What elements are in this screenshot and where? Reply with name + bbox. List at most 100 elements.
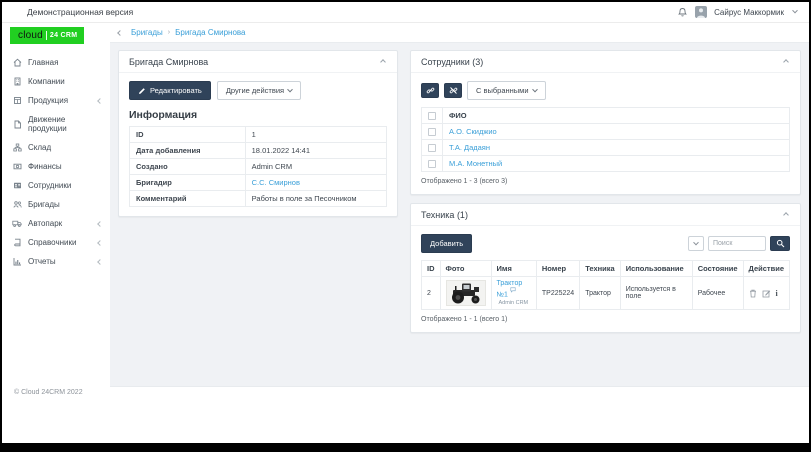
brigade-card: Бригада Смирнова Редактировать Другие [118,50,398,217]
link-icon [426,86,435,95]
equipment-table: ID Фото Имя Номер Техника Использование … [421,260,790,310]
breadcrumb-parent-link[interactable]: Бригады [131,28,163,37]
sidebar-collapse-chevron-icon[interactable] [114,28,126,37]
fio-column-header: ФИО [443,108,790,124]
select-all-checkbox[interactable] [428,112,436,120]
collapse-chevron-icon[interactable] [783,212,789,218]
user-menu-chevron-down-icon[interactable] [792,8,798,14]
sidebar-item-reports[interactable]: Отчеты [2,252,110,271]
chevron-down-icon [287,86,293,92]
unlink-icon [449,86,458,95]
logo-divider [46,31,47,40]
products-icon [12,96,22,105]
reports-icon [12,257,22,266]
row-checkbox[interactable] [428,160,436,168]
breadcrumb-separator: › [168,29,170,36]
search-icon [776,239,785,248]
tractor-photo[interactable] [446,280,486,306]
page-whitespace [110,387,809,443]
with-selected-button[interactable]: С выбранными [467,81,546,100]
row-checkbox[interactable] [428,144,436,152]
user-name[interactable]: Сайрус Маккормик [714,8,784,17]
notifications-bell-icon[interactable] [677,7,688,18]
app-logo[interactable]: cloud 24 CRM [10,27,84,44]
employees-table: ФИО А.О. Скиджио [421,107,790,172]
logo-text-cloud: cloud [18,30,43,41]
table-row: Создано Admin CRM [130,159,387,175]
sidebar-item-fleet[interactable]: Автопарк [2,214,110,233]
submenu-chevron-icon [97,259,103,265]
equipment-card: Техника (1) Добавить [410,203,801,333]
row-checkbox[interactable] [428,128,436,136]
delete-button[interactable] [749,289,757,298]
equipment-summary: Отображено 1 - 1 (всего 1) [421,316,790,323]
table-row: Комментарий Работы в поле за Песочником [130,191,387,207]
sidebar-item-product-movement[interactable]: Движение продукции [2,110,110,138]
app-window: Демонстрационная версия Сайрус Маккормик… [2,2,809,443]
link-employee-button[interactable] [421,83,439,98]
building-icon [12,77,22,86]
submenu-chevron-icon [97,240,103,246]
comment-author-note: Admin CRM [499,300,529,306]
topbar: Демонстрационная версия Сайрус Маккормик [2,2,809,23]
logo-text-24crm: 24 CRM [50,32,77,39]
finance-icon [12,162,22,171]
table-row: А.О. Скиджио [422,124,790,140]
employee-link[interactable]: А.О. Скиджио [449,127,497,136]
sidebar-item-employees[interactable]: Сотрудники [2,176,110,195]
chevron-down-icon [532,86,538,92]
edit-button[interactable]: Редактировать [129,81,211,100]
collapse-chevron-icon[interactable] [380,59,386,65]
pencil-icon [138,87,146,95]
info-section-title: Информация [129,109,387,121]
info-button[interactable]: i [776,289,778,298]
search-button[interactable] [770,236,790,251]
breadcrumb-current: Бригада Смирнова [175,28,245,37]
employees-card-title: Сотрудники (3) [421,57,483,67]
table-row: 2 Трактор №1 Admin CRM [422,277,790,310]
add-equipment-button[interactable]: Добавить [421,234,472,253]
unlink-employee-button[interactable] [444,83,462,98]
edit-icon [762,289,771,298]
main-area: Бригады › Бригада Смирнова Бригада Смирн… [110,23,809,443]
sidebar-item-finance[interactable]: Финансы [2,157,110,176]
sidebar-item-products[interactable]: Продукция [2,91,110,110]
fleet-icon [12,219,22,228]
sidebar-item-directories[interactable]: Справочники [2,233,110,252]
employee-link[interactable]: М.А. Монетный [449,159,502,168]
search-input[interactable] [708,236,766,251]
user-avatar[interactable] [695,6,707,18]
sidebar: cloud 24 CRM Главная Компании Продукция [2,23,110,443]
sidebar-item-companies[interactable]: Компании [2,72,110,91]
table-row: Бригадир С.С. Смирнов [130,175,387,191]
breadcrumb: Бригады › Бригада Смирнова [110,23,809,43]
sidebar-item-brigades[interactable]: Бригады [2,195,110,214]
employees-summary: Отображено 1 - 3 (всего 3) [421,178,790,185]
demo-version-label: Демонстрационная версия [27,7,133,17]
trash-icon [749,289,757,298]
employees-card: Сотрудники (3) [410,50,801,195]
table-row: М.А. Монетный [422,156,790,172]
table-row: Т.А. Дадаян [422,140,790,156]
employee-link[interactable]: Т.А. Дадаян [449,143,490,152]
copyright-footer: © Cloud 24CRM 2022 [14,389,83,396]
content-area: Бригада Смирнова Редактировать Другие [110,43,809,387]
collapse-chevron-icon[interactable] [783,59,789,65]
table-row: ID 1 [130,127,387,143]
search-field-dropdown[interactable] [688,236,704,251]
sidebar-item-home[interactable]: Главная [2,53,110,72]
directories-icon [12,238,22,247]
comment-bubble-icon [510,287,516,293]
other-actions-button[interactable]: Другие действия [217,81,301,100]
submenu-chevron-icon [97,98,103,104]
brigadier-link[interactable]: С.С. Смирнов [252,178,300,187]
brigades-icon [12,200,22,209]
home-icon [12,58,22,67]
edit-row-button[interactable] [762,289,771,298]
warehouse-icon [12,143,22,152]
sidebar-menu: Главная Компании Продукция Движение прод… [2,53,110,271]
sidebar-item-warehouse[interactable]: Склад [2,138,110,157]
chevron-down-icon [693,239,699,245]
submenu-chevron-icon [97,221,103,227]
document-icon [12,120,22,129]
